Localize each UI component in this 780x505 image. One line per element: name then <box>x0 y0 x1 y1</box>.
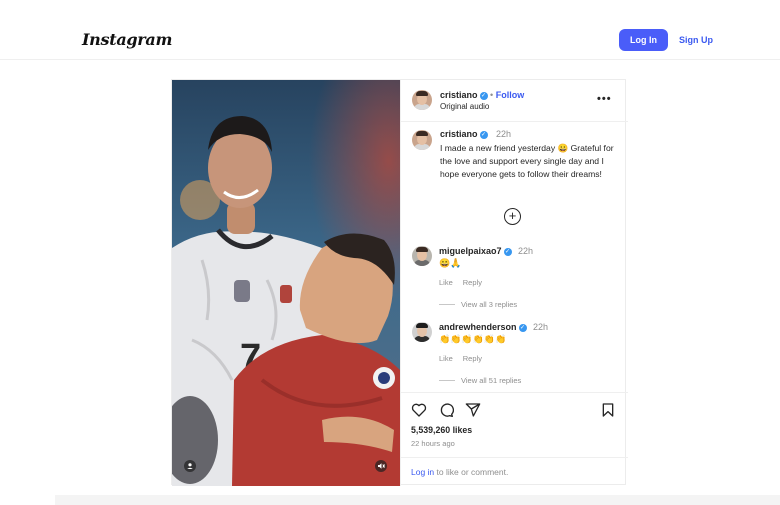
author-username[interactable]: cristiano <box>440 90 478 100</box>
login-prompt-text: to like or comment. <box>434 467 509 477</box>
comment-reply-button[interactable]: Reply <box>463 278 482 287</box>
post-photo: 7 <box>172 80 400 486</box>
audio-label[interactable]: Original audio <box>440 102 489 111</box>
follow-button[interactable]: Follow <box>496 90 525 100</box>
likes-count[interactable]: 5,539,260 likes <box>411 425 472 435</box>
comment-text: 👏👏👏👏👏👏 <box>439 334 507 344</box>
verified-badge-icon: ✓ <box>503 247 512 256</box>
divider <box>401 121 628 122</box>
post-header-author: cristiano ✓ • Follow <box>440 90 524 100</box>
follow-separator: • <box>490 90 494 100</box>
share-icon[interactable] <box>465 402 481 418</box>
caption-time: 22h <box>496 129 512 139</box>
view-replies-link[interactable]: View all 3 replies <box>439 300 517 309</box>
comment-username[interactable]: andrewhenderson <box>439 322 517 332</box>
comment-time: 22h <box>518 246 534 256</box>
replies-dash <box>439 304 455 305</box>
comment-username[interactable]: miguelpaixao7 <box>439 246 502 256</box>
bookmark-icon[interactable] <box>600 402 616 418</box>
comment-time: 22h <box>533 322 549 332</box>
post-time: 22 hours ago <box>411 439 455 448</box>
caption-author-username[interactable]: cristiano <box>440 129 478 139</box>
comment-reply-button[interactable]: Reply <box>463 354 482 363</box>
comment-header: andrewhenderson ✓ 22h <box>439 322 548 332</box>
author-avatar[interactable] <box>412 90 432 110</box>
replies-dash <box>439 380 455 381</box>
comment-icon[interactable] <box>438 402 454 418</box>
post-sidebar: cristiano ✓ • Follow Original audio ••• c… <box>400 80 628 486</box>
view-replies-text: View all 3 replies <box>461 300 518 309</box>
verified-badge-icon: ✓ <box>518 323 527 332</box>
divider <box>401 457 628 458</box>
view-replies-link[interactable]: View all 51 replies <box>439 376 521 385</box>
verified-badge-icon: ✓ <box>479 130 488 139</box>
login-prompt: Log in to like or comment. <box>411 467 508 477</box>
login-button[interactable]: Log In <box>619 29 668 51</box>
top-navigation-bar: Instagram Log In Sign Up <box>0 0 780 60</box>
post-card: 7 cristiano ✓ • Follow Original audio ••… <box>171 79 628 486</box>
verified-badge-icon: ✓ <box>479 91 488 100</box>
comment-like-button[interactable]: Like <box>439 354 453 363</box>
view-replies-text: View all 51 replies <box>461 376 522 385</box>
user-tag-icon[interactable] <box>184 460 196 472</box>
divider <box>401 392 628 393</box>
signup-link[interactable]: Sign Up <box>679 35 713 45</box>
login-link[interactable]: Log in <box>411 467 434 477</box>
comment-avatar[interactable] <box>412 246 432 266</box>
more-options-icon[interactable]: ••• <box>597 93 612 105</box>
comment-text: 😀🙏 <box>439 258 462 268</box>
comment-like-button[interactable]: Like <box>439 278 453 287</box>
comment-actions: Like Reply <box>439 354 492 363</box>
comment-avatar[interactable] <box>412 322 432 342</box>
comment-actions: Like Reply <box>439 278 492 287</box>
load-more-comments-icon[interactable]: + <box>504 208 521 225</box>
instagram-logo[interactable]: Instagram <box>82 30 172 49</box>
caption-text: I made a new friend yesterday 😀 Grateful… <box>440 143 614 179</box>
heart-icon[interactable] <box>411 402 427 418</box>
comment-header: miguelpaixao7 ✓ 22h <box>439 246 533 256</box>
mute-icon[interactable] <box>375 460 387 472</box>
post-video[interactable]: 7 <box>172 80 400 486</box>
footer-strip <box>55 495 780 505</box>
caption-header: cristiano ✓ 22h <box>440 129 511 139</box>
caption-author-avatar[interactable] <box>412 130 432 150</box>
